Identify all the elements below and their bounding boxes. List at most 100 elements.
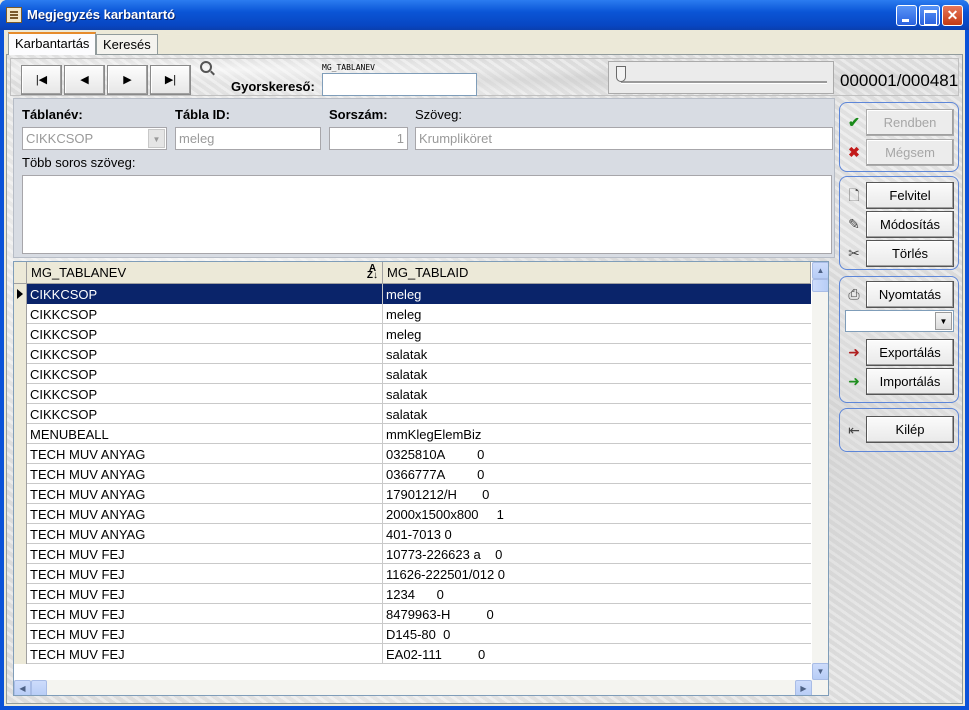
row-indicator[interactable] <box>14 444 27 464</box>
cell-mg-tablaid[interactable]: 0366777A 0 <box>383 464 811 484</box>
cell-mg-tablaid[interactable]: 8479963-H 0 <box>383 604 811 624</box>
cell-mg-tablaid[interactable]: salatak <box>383 384 811 404</box>
cell-mg-tablanev[interactable]: CIKKCSOP <box>27 304 383 324</box>
title-bar[interactable]: Megjegyzés karbantartó ✕ <box>0 0 969 30</box>
cell-mg-tablaid[interactable]: salatak <box>383 404 811 424</box>
edit-button[interactable]: Módosítás <box>866 211 954 238</box>
cell-mg-tablaid[interactable]: mmKlegElemBiz <box>383 424 811 444</box>
delete-button[interactable]: Törlés <box>866 240 954 267</box>
first-record-button[interactable]: |◀ <box>21 65 62 95</box>
row-indicator[interactable] <box>14 304 27 324</box>
scroll-right-icon[interactable]: ▶ <box>795 680 812 695</box>
column-header-mg-tablanev[interactable]: MG_TABLANEV A Z↓ <box>27 262 383 283</box>
import-button[interactable]: Importálás <box>866 368 954 395</box>
tab-kereses[interactable]: Keresés <box>96 34 158 54</box>
table-row[interactable]: CIKKCSOP meleg <box>14 284 811 304</box>
table-row[interactable]: TECH MUV FEJ 1234 0 <box>14 584 811 604</box>
szoveg-input[interactable]: Krumpliköret <box>415 127 833 150</box>
table-row[interactable]: CIKKCSOP salatak <box>14 364 811 384</box>
cell-mg-tablaid[interactable]: salatak <box>383 344 811 364</box>
horizontal-scroll-thumb[interactable] <box>31 680 47 695</box>
cell-mg-tablanev[interactable]: CIKKCSOP <box>27 384 383 404</box>
row-indicator[interactable] <box>14 644 27 664</box>
cell-mg-tablanev[interactable]: TECH MUV FEJ <box>27 644 383 664</box>
row-indicator[interactable] <box>14 544 27 564</box>
cell-mg-tablaid[interactable]: 401-7013 0 <box>383 524 811 544</box>
maximize-button[interactable] <box>919 5 940 26</box>
cell-mg-tablanev[interactable]: TECH MUV ANYAG <box>27 444 383 464</box>
vertical-scrollbar[interactable]: ▲ ▼ <box>812 262 828 680</box>
records-grid[interactable]: MG_TABLANEV A Z↓ MG_TABLAID CIKKCSOP meleg… <box>13 261 829 696</box>
current-row-indicator-icon[interactable] <box>14 284 27 304</box>
cell-mg-tablanev[interactable]: CIKKCSOP <box>27 404 383 424</box>
last-record-button[interactable]: ▶| <box>150 65 191 95</box>
vertical-scroll-thumb[interactable] <box>812 279 828 292</box>
row-indicator[interactable] <box>14 484 27 504</box>
row-indicator[interactable] <box>14 404 27 424</box>
cell-mg-tablaid[interactable]: 10773-226623 a 0 <box>383 544 811 564</box>
tobb-soros-textarea[interactable] <box>22 175 832 254</box>
scroll-down-icon[interactable]: ▼ <box>812 663 828 680</box>
exit-button[interactable]: Kilép <box>866 416 954 443</box>
table-row[interactable]: TECH MUV ANYAG 2000x1500x800 1 <box>14 504 811 524</box>
row-indicator[interactable] <box>14 524 27 544</box>
table-row[interactable]: TECH MUV FEJ 8479963-H 0 <box>14 604 811 624</box>
ok-button[interactable]: Rendben <box>866 109 954 136</box>
cell-mg-tablaid[interactable]: D145-80 0 <box>383 624 811 644</box>
row-indicator[interactable] <box>14 504 27 524</box>
cell-mg-tablaid[interactable]: meleg <box>383 304 811 324</box>
row-indicator[interactable] <box>14 464 27 484</box>
print-button[interactable]: Nyomtatás <box>866 281 954 308</box>
cell-mg-tablanev[interactable]: TECH MUV ANYAG <box>27 464 383 484</box>
table-row[interactable]: CIKKCSOP meleg <box>14 324 811 344</box>
row-indicator[interactable] <box>14 564 27 584</box>
minimize-button[interactable] <box>896 5 917 26</box>
table-row[interactable]: TECH MUV FEJ D145-80 0 <box>14 624 811 644</box>
cell-mg-tablaid[interactable]: 0325810A 0 <box>383 444 811 464</box>
column-header-mg-tablaid[interactable]: MG_TABLAID <box>383 262 811 283</box>
table-row[interactable]: TECH MUV FEJ 10773-226623 a 0 <box>14 544 811 564</box>
table-row[interactable]: CIKKCSOP salatak <box>14 384 811 404</box>
cell-mg-tablanev[interactable]: TECH MUV FEJ <box>27 604 383 624</box>
table-row[interactable]: TECH MUV ANYAG 0366777A 0 <box>14 464 811 484</box>
tablanev-combo[interactable]: CIKKCSOP ▼ <box>22 127 167 150</box>
cancel-button[interactable]: Mégsem <box>866 139 954 166</box>
table-row[interactable]: TECH MUV FEJ 11626-222501/012 0 <box>14 564 811 584</box>
cell-mg-tablaid[interactable]: 1234 0 <box>383 584 811 604</box>
table-row[interactable]: TECH MUV ANYAG 0325810A 0 <box>14 444 811 464</box>
row-indicator[interactable] <box>14 364 27 384</box>
chevron-down-icon[interactable]: ▼ <box>935 312 952 330</box>
row-indicator[interactable] <box>14 424 27 444</box>
cell-mg-tablanev[interactable]: MENUBEALL <box>27 424 383 444</box>
row-indicator[interactable] <box>14 624 27 644</box>
quick-search-input[interactable] <box>322 73 477 96</box>
table-row[interactable]: CIKKCSOP salatak <box>14 344 811 364</box>
scroll-left-icon[interactable]: ◀ <box>14 680 31 695</box>
cell-mg-tablanev[interactable]: TECH MUV FEJ <box>27 564 383 584</box>
cell-mg-tablanev[interactable]: TECH MUV ANYAG <box>27 484 383 504</box>
cell-mg-tablanev[interactable]: CIKKCSOP <box>27 324 383 344</box>
print-select[interactable]: ▼ <box>845 310 954 332</box>
row-indicator[interactable] <box>14 584 27 604</box>
cell-mg-tablanev[interactable]: TECH MUV ANYAG <box>27 504 383 524</box>
cell-mg-tablaid[interactable]: 11626-222501/012 0 <box>383 564 811 584</box>
cell-mg-tablaid[interactable]: salatak <box>383 364 811 384</box>
horizontal-scrollbar[interactable]: ◀ ▶ <box>14 680 828 695</box>
cell-mg-tablanev[interactable]: TECH MUV FEJ <box>27 544 383 564</box>
table-row[interactable]: TECH MUV ANYAG 17901212/H 0 <box>14 484 811 504</box>
row-indicator[interactable] <box>14 344 27 364</box>
chevron-down-icon[interactable]: ▼ <box>148 129 165 148</box>
row-indicator[interactable] <box>14 384 27 404</box>
cell-mg-tablanev[interactable]: CIKKCSOP <box>27 364 383 384</box>
record-slider[interactable] <box>608 61 834 94</box>
record-slider-thumb[interactable] <box>616 66 626 82</box>
next-record-button[interactable]: ▶ <box>107 65 148 95</box>
table-row[interactable]: CIKKCSOP salatak <box>14 404 811 424</box>
row-indicator[interactable] <box>14 604 27 624</box>
add-button[interactable]: Felvitel <box>866 182 954 209</box>
cell-mg-tablaid[interactable]: meleg <box>383 284 811 304</box>
cell-mg-tablanev[interactable]: TECH MUV FEJ <box>27 584 383 604</box>
table-row[interactable]: TECH MUV FEJ EA02-111 0 <box>14 644 811 664</box>
prev-record-button[interactable]: ◀ <box>64 65 105 95</box>
cell-mg-tablaid[interactable]: 2000x1500x800 1 <box>383 504 811 524</box>
